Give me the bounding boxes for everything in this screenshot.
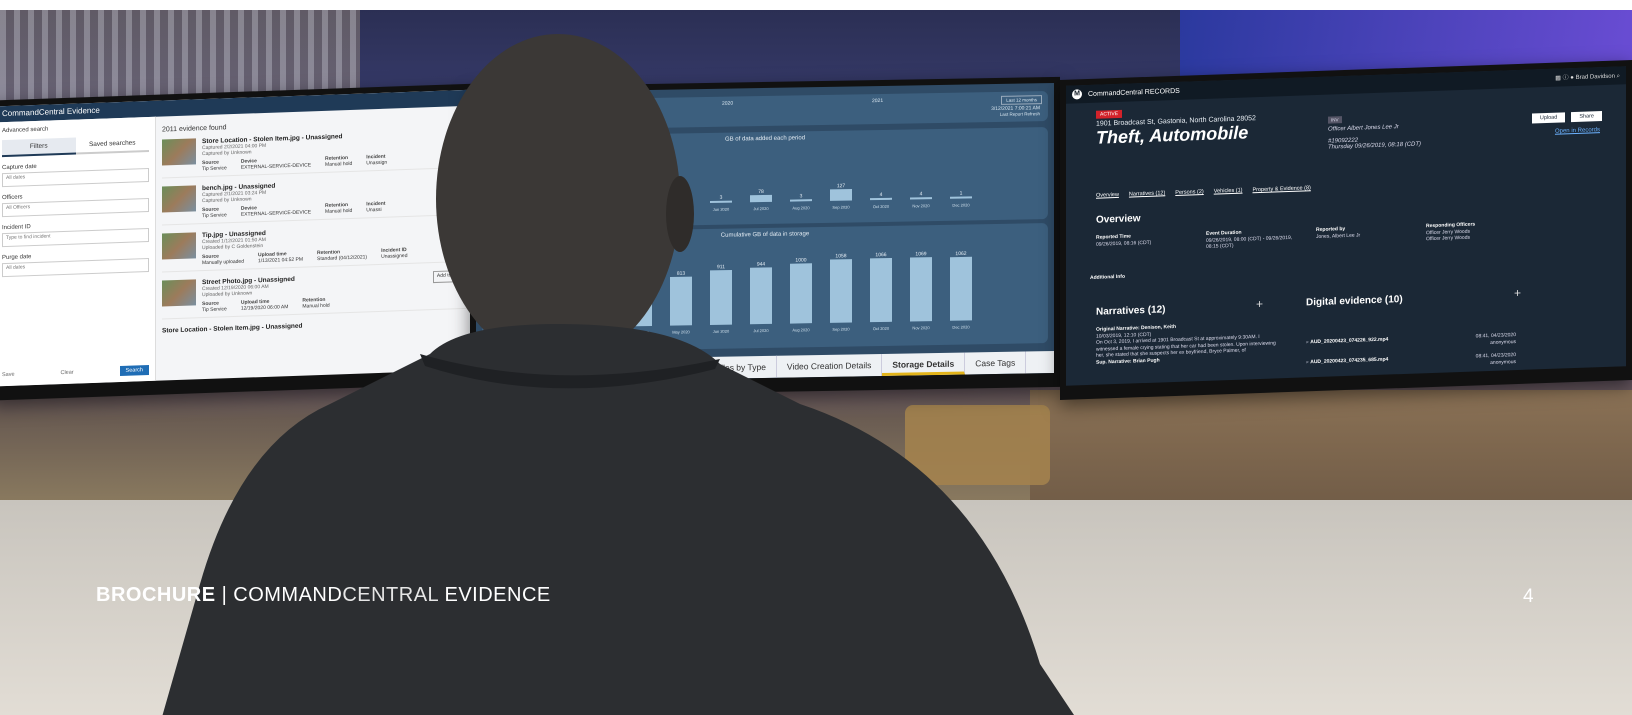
- tab-saved-searches[interactable]: Saved searches: [75, 135, 149, 155]
- tab-filters[interactable]: Filters: [2, 137, 76, 158]
- overview-heading: Overview: [1096, 213, 1141, 226]
- evidence-file[interactable]: ⌕ AUD_20200423_074235_685.mp4 08:41, 04/…: [1306, 352, 1516, 372]
- search-icon[interactable]: ⌕: [1306, 359, 1309, 365]
- search-icon[interactable]: ⌕: [1306, 339, 1309, 345]
- reported-by: Reported by Jones, Albert Lee Jr: [1316, 226, 1360, 241]
- who: anonymous: [1490, 338, 1516, 346]
- narrative-card[interactable]: Original Narrative: Denison, Keith 10/03…: [1096, 320, 1276, 365]
- sidebar-tabs: Filters Saved searches: [2, 135, 149, 158]
- value: 09/26/2019, 08:16 (CDT): [1096, 239, 1152, 248]
- filter-purge-date: Purge date All dates: [2, 250, 149, 278]
- clear-button[interactable]: Clear: [60, 370, 73, 376]
- incident-input[interactable]: Type to find incident: [2, 228, 149, 248]
- filter-incident: Incident ID Type to find incident: [2, 220, 149, 248]
- photo-background: CommandCentral Evidence Advanced search …: [0, 10, 1632, 715]
- search-button[interactable]: Search: [119, 365, 149, 377]
- add-evidence-icon[interactable]: +: [1514, 286, 1521, 300]
- value: Officer Jerry Woods: [1426, 234, 1470, 243]
- reported-time: Reported Time 09/26/2019, 08:16 (CDT): [1096, 233, 1151, 248]
- sidebar-actions: Save Clear Search: [2, 365, 149, 380]
- page-number: 4: [1523, 586, 1534, 607]
- user-menu[interactable]: ▦ ⓘ ● Brad Davidson ⌕: [1555, 70, 1620, 82]
- search-sidebar: Advanced search Filters Saved searches C…: [0, 116, 156, 387]
- evidence-file[interactable]: ⌕ AUD_20200423_074226_922.mp4 08:41, 04/…: [1306, 332, 1516, 352]
- open-in-records-link[interactable]: Open in Records: [1555, 127, 1600, 135]
- product-name-part2: CENTRAL: [342, 584, 439, 606]
- who: anonymous: [1490, 358, 1516, 366]
- tag-badge: INV: [1328, 116, 1342, 124]
- status-badge: ACTIVE: [1096, 109, 1123, 119]
- person-silhouette: [162, 34, 1074, 715]
- record-nav: Overview Narratives (12) Persons (2) Veh…: [1096, 185, 1311, 199]
- divider: |: [221, 584, 228, 606]
- file-name: AUD_20200423_074235_685.mp4: [1310, 356, 1389, 366]
- info-icon[interactable]: ⓘ: [1563, 75, 1569, 81]
- right-monitor: M CommandCentral RECORDS ▦ ⓘ ● Brad Davi…: [1060, 60, 1632, 400]
- value: 09/26/2019, 08:00 (CDT) - 09/26/2019, 08…: [1206, 234, 1293, 250]
- file-name: AUD_20200423_074226_922.mp4: [1310, 336, 1389, 346]
- ear: [666, 176, 694, 252]
- value: Jones, Albert Lee Jr: [1316, 232, 1361, 240]
- records-screen: M CommandCentral RECORDS ▦ ⓘ ● Brad Davi…: [1066, 66, 1626, 386]
- app-title: CommandCentral RECORDS: [1088, 87, 1180, 98]
- search-icon[interactable]: ⌕: [1617, 73, 1620, 79]
- top-bar: M CommandCentral RECORDS ▦ ⓘ ● Brad Davi…: [1066, 66, 1626, 104]
- additional-info-toggle[interactable]: Additional Info: [1090, 274, 1125, 282]
- tab-vehicles[interactable]: Vehicles (1): [1214, 188, 1243, 195]
- advanced-search-label: Advanced search: [2, 126, 49, 135]
- file-time: 08:41, 04/23/2020 anonymous: [1476, 352, 1516, 366]
- share-button[interactable]: Share: [1571, 111, 1602, 123]
- sup-narrative: Sup. Narrative: Brian Pugh: [1096, 357, 1160, 366]
- tab-overview[interactable]: Overview: [1096, 192, 1119, 199]
- capture-date-input[interactable]: All dates: [2, 168, 149, 188]
- filter-officers: Officers All Officers: [2, 190, 149, 218]
- product-name-part3: EVIDENCE: [438, 584, 551, 606]
- brochure-footer: BROCHURE | COMMANDCENTRAL EVIDENCE: [96, 584, 551, 607]
- digital-evidence-heading: Digital evidence (10): [1306, 294, 1403, 309]
- event-duration: Event Duration 09/26/2019, 08:00 (CDT) - …: [1206, 227, 1306, 250]
- avatar[interactable]: ●: [1570, 75, 1574, 81]
- product-name-part1: COMMAND: [233, 584, 343, 606]
- filter-capture-date: Capture date All dates: [2, 160, 149, 188]
- head: [436, 34, 680, 364]
- narratives-heading: Narratives (12): [1096, 304, 1166, 318]
- add-narrative-icon[interactable]: +: [1256, 297, 1263, 311]
- incident-info: INV Officer Albert Jones Lee Jr #1909222…: [1328, 113, 1421, 151]
- tab-narratives[interactable]: Narratives (12): [1129, 190, 1165, 197]
- save-button[interactable]: Save: [2, 372, 15, 378]
- responding-officers: Responding Officers Officer Jerry Woods Of…: [1426, 221, 1475, 242]
- user-name: Brad Davidson: [1575, 73, 1615, 81]
- brochure-label: BROCHURE: [96, 584, 216, 606]
- label: Additional Info: [1090, 273, 1125, 281]
- assigned-officer: Officer Albert Jones Lee Jr: [1328, 124, 1399, 133]
- purge-date-input[interactable]: All dates: [2, 258, 149, 278]
- officers-input[interactable]: All Officers: [2, 198, 149, 218]
- grid-icon[interactable]: ▦: [1555, 75, 1561, 81]
- tab-persons[interactable]: Persons (2): [1175, 189, 1203, 196]
- tab-property-evidence[interactable]: Property & Evidence (8): [1252, 185, 1310, 193]
- upload-button[interactable]: Upload: [1531, 112, 1566, 124]
- file-time: 08:41, 04/23/2020 anonymous: [1476, 332, 1516, 346]
